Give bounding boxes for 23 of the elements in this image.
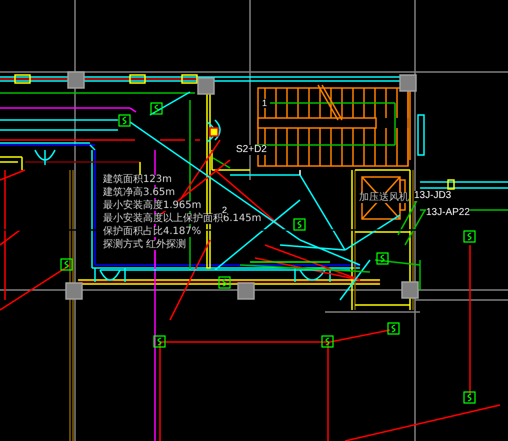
detector-icon: [321, 335, 334, 348]
detector-icon: [150, 102, 163, 115]
drawing-note: 保护面积占比4.187%: [103, 227, 202, 237]
drawing-label: 加压送风机: [359, 193, 409, 203]
drawing-note: 最小安装高度以上保护面积6.145m: [103, 214, 262, 224]
detector-icon: [293, 218, 306, 231]
detector-icon: [60, 258, 73, 271]
detector-icon: [118, 114, 131, 127]
drawing-label: 13J-AP22: [426, 208, 470, 218]
drawing-note: 建筑净高3.65m: [103, 188, 176, 198]
detector-icon: [218, 276, 231, 289]
drawing-label: 13J-JD3: [414, 191, 452, 201]
detector-icon: [463, 391, 476, 404]
detector-icon: [387, 322, 400, 335]
drawing-label: S2+D2: [236, 145, 267, 155]
detector-icon: [463, 230, 476, 243]
detector-icon: [153, 335, 166, 348]
drawing-note: 最小安装高度1.965m: [103, 201, 202, 211]
drawing-note: 探测方式 红外探测: [103, 240, 186, 250]
drawing-note: 建筑面积123m: [103, 175, 172, 185]
drawing-label: 2: [222, 206, 228, 215]
drawing-label: 1: [262, 99, 268, 108]
detector-icon: [376, 252, 389, 265]
